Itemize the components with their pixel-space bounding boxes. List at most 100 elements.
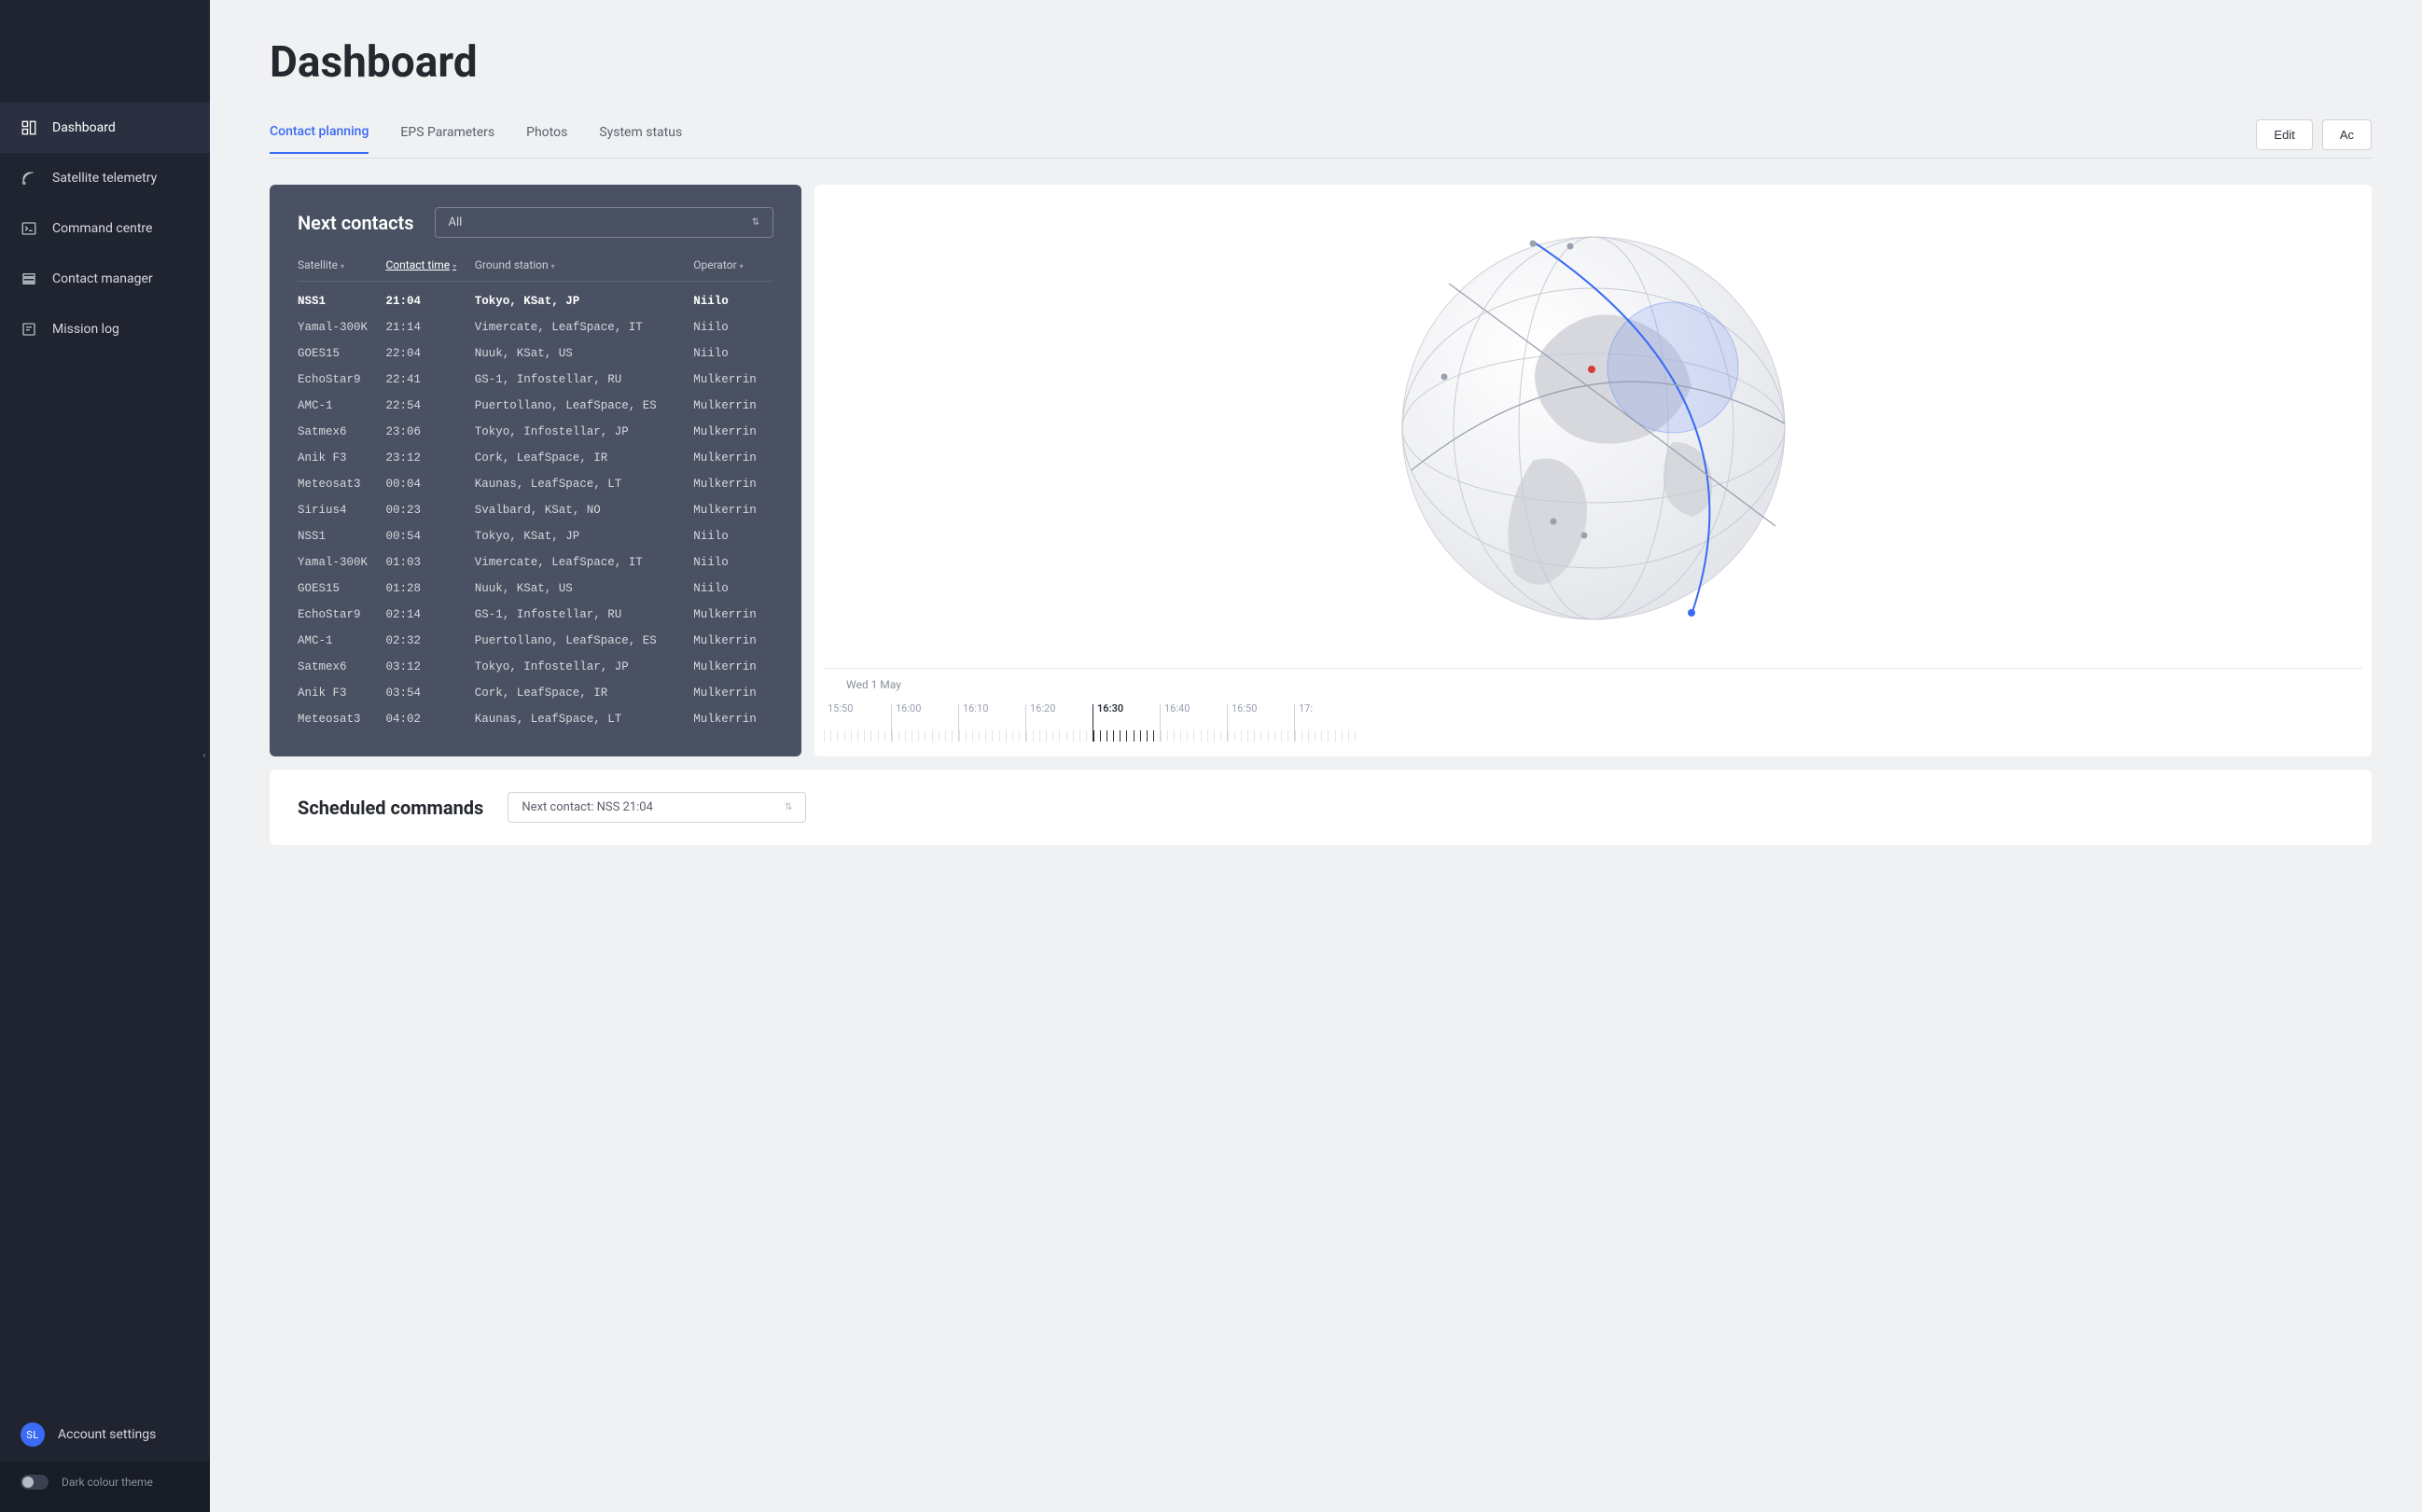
tab-system-status[interactable]: System status: [599, 125, 682, 153]
table-cell: 03:12: [385, 654, 474, 680]
stack-icon: [21, 270, 37, 287]
col-operator[interactable]: Operator▾: [693, 258, 773, 282]
table-cell: 23:06: [385, 419, 474, 445]
sidebar-item-command-centre[interactable]: Command centre: [0, 203, 210, 254]
table-cell: 01:03: [385, 549, 474, 576]
table-cell: Satmex6: [298, 419, 385, 445]
table-row[interactable]: Satmex603:12Tokyo, Infostellar, JPMulker…: [298, 654, 773, 680]
sidebar: Dashboard Satellite telemetry Command ce…: [0, 0, 210, 1512]
table-cell: Cork, LeafSpace, IR: [475, 680, 693, 706]
sidebar-nav: Dashboard Satellite telemetry Command ce…: [0, 103, 210, 354]
table-row[interactable]: EchoStar902:14GS-1, Infostellar, RUMulke…: [298, 602, 773, 628]
tab-photos[interactable]: Photos: [526, 125, 567, 153]
sidebar-item-mission-log[interactable]: Mission log: [0, 304, 210, 354]
table-row[interactable]: Anik F303:54Cork, LeafSpace, IRMulkerrin: [298, 680, 773, 706]
table-cell: 21:14: [385, 314, 474, 340]
table-row[interactable]: EchoStar922:41GS-1, Infostellar, RUMulke…: [298, 367, 773, 393]
table-cell: 22:54: [385, 393, 474, 419]
table-row[interactable]: Satmex623:06Tokyo, Infostellar, JPMulker…: [298, 419, 773, 445]
timeline-tick[interactable]: 16:20: [1025, 704, 1093, 742]
table-row[interactable]: Meteosat300:04Kaunas, LeafSpace, LTMulke…: [298, 471, 773, 497]
timeline-tick[interactable]: 16:50: [1227, 704, 1294, 742]
table-cell: Tokyo, KSat, JP: [475, 282, 693, 315]
timeline-tick[interactable]: 15:50: [824, 704, 891, 742]
tabbar: Contact planning EPS Parameters Photos S…: [270, 119, 2372, 159]
table-cell: Mulkerrin: [693, 628, 773, 654]
timeline-tick[interactable]: 17:: [1294, 704, 1361, 742]
table-cell: Tokyo, Infostellar, JP: [475, 419, 693, 445]
table-cell: Mulkerrin: [693, 393, 773, 419]
table-row[interactable]: GOES1501:28Nuuk, KSat, USNiilo: [298, 576, 773, 602]
theme-toggle[interactable]: [21, 1475, 49, 1490]
main: Dashboard Contact planning EPS Parameter…: [210, 0, 2422, 1512]
timeline-tick-label: 16:40: [1164, 702, 1227, 714]
table-cell: Nuuk, KSat, US: [475, 340, 693, 367]
table-cell: Niilo: [693, 523, 773, 549]
add-button[interactable]: Ac: [2322, 119, 2372, 150]
sidebar-item-contact-manager[interactable]: Contact manager: [0, 254, 210, 304]
theme-row: Dark colour theme: [0, 1462, 210, 1512]
sidebar-logo-area: [0, 0, 210, 93]
col-contact-time[interactable]: Contact time▾: [385, 258, 474, 282]
table-row[interactable]: Meteosat304:02Kaunas, LeafSpace, LTMulke…: [298, 706, 773, 732]
table-cell: 03:54: [385, 680, 474, 706]
table-row[interactable]: NSS100:54Tokyo, KSat, JPNiilo: [298, 523, 773, 549]
sidebar-item-telemetry[interactable]: Satellite telemetry: [0, 153, 210, 203]
edit-button[interactable]: Edit: [2256, 119, 2312, 150]
theme-label: Dark colour theme: [62, 1476, 153, 1489]
table-cell: AMC-1: [298, 628, 385, 654]
table-row[interactable]: GOES1522:04Nuuk, KSat, USNiilo: [298, 340, 773, 367]
timeline-tick-label: 16:00: [896, 702, 958, 714]
tab-contact-planning[interactable]: Contact planning: [270, 124, 369, 154]
table-cell: GS-1, Infostellar, RU: [475, 367, 693, 393]
table-cell: NSS1: [298, 523, 385, 549]
scheduled-commands-card: Scheduled commands Next contact: NSS 21:…: [270, 770, 2372, 845]
globe-visualization[interactable]: [824, 194, 2362, 662]
col-ground-station[interactable]: Ground station▾: [475, 258, 693, 282]
timeline-tick[interactable]: 16:00: [891, 704, 958, 742]
timeline[interactable]: Wed 1 May 15:5016:0016:1016:2016:3016:40…: [824, 668, 2362, 742]
table-cell: 02:32: [385, 628, 474, 654]
col-satellite[interactable]: Satellite▾: [298, 258, 385, 282]
log-icon: [21, 321, 37, 338]
sidebar-collapse-handle[interactable]: ‹: [198, 738, 211, 775]
table-row[interactable]: Anik F323:12Cork, LeafSpace, IRMulkerrin: [298, 445, 773, 471]
satellite-dot: [1688, 609, 1695, 617]
table-cell: Mulkerrin: [693, 497, 773, 523]
table-row[interactable]: AMC-122:54Puertollano, LeafSpace, ESMulk…: [298, 393, 773, 419]
table-cell: 22:04: [385, 340, 474, 367]
scheduled-contact-select[interactable]: Next contact: NSS 21:04 ⇅: [508, 792, 806, 823]
table-cell: EchoStar9: [298, 367, 385, 393]
table-row[interactable]: Sirius400:23Svalbard, KSat, NOMulkerrin: [298, 497, 773, 523]
table-cell: Mulkerrin: [693, 602, 773, 628]
timeline-tick-label: 16:50: [1232, 702, 1294, 714]
table-cell: Tokyo, KSat, JP: [475, 523, 693, 549]
table-cell: Niilo: [693, 340, 773, 367]
table-cell: 00:04: [385, 471, 474, 497]
table-cell: 00:54: [385, 523, 474, 549]
table-cell: 21:04: [385, 282, 474, 315]
dashboard-icon: [21, 119, 37, 136]
tab-eps-parameters[interactable]: EPS Parameters: [400, 125, 494, 153]
table-row[interactable]: NSS121:04Tokyo, KSat, JPNiilo: [298, 282, 773, 315]
table-row[interactable]: AMC-102:32Puertollano, LeafSpace, ESMulk…: [298, 628, 773, 654]
timeline-tick[interactable]: 16:30: [1093, 704, 1160, 742]
caret-icon: ▾: [341, 262, 344, 270]
table-cell: Puertollano, LeafSpace, ES: [475, 393, 693, 419]
table-cell: Cork, LeafSpace, IR: [475, 445, 693, 471]
timeline-tick[interactable]: 16:10: [958, 704, 1025, 742]
sidebar-item-dashboard[interactable]: Dashboard: [0, 103, 210, 153]
table-cell: Kaunas, LeafSpace, LT: [475, 471, 693, 497]
account-settings[interactable]: SL Account settings: [0, 1408, 210, 1462]
table-cell: 02:14: [385, 602, 474, 628]
table-cell: Mulkerrin: [693, 419, 773, 445]
table-row[interactable]: Yamal-300K01:03Vimercate, LeafSpace, ITN…: [298, 549, 773, 576]
table-cell: Meteosat3: [298, 706, 385, 732]
table-row[interactable]: Yamal-300K21:14Vimercate, LeafSpace, ITN…: [298, 314, 773, 340]
table-cell: Mulkerrin: [693, 367, 773, 393]
timeline-tick[interactable]: 16:40: [1160, 704, 1227, 742]
table-cell: Anik F3: [298, 680, 385, 706]
timeline-tick-label: 17:: [1299, 702, 1361, 714]
terminal-icon: [21, 220, 37, 237]
contacts-filter-select[interactable]: All ⇅: [435, 207, 773, 238]
